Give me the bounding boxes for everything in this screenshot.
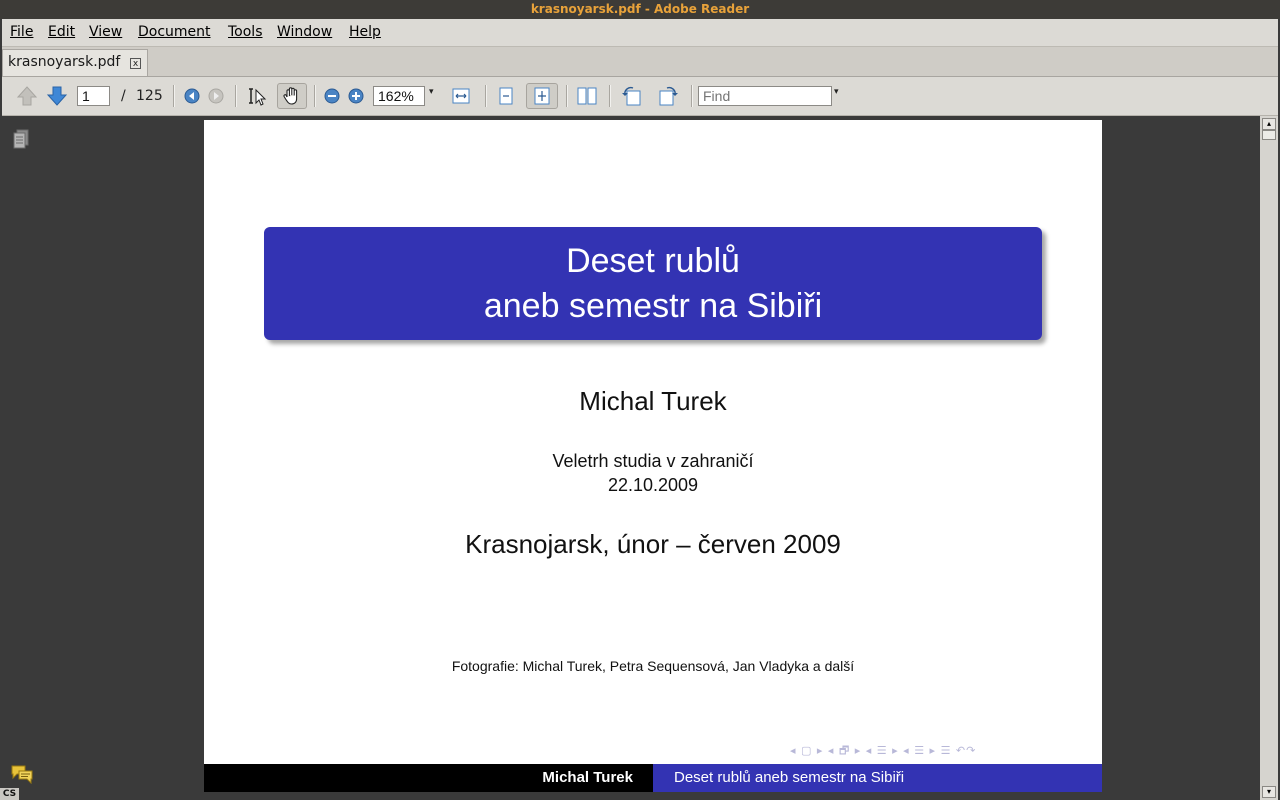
toolbar: / 125 ▾ ▾	[2, 77, 1278, 116]
slide-title-line2: aneb semestr na Sibiři	[483, 287, 823, 325]
back-button[interactable]	[179, 83, 205, 109]
slide-title-line1: Deset rublů	[566, 242, 740, 280]
pages-icon	[13, 129, 29, 149]
scroll-thumb[interactable]	[1262, 130, 1276, 140]
fit-width-icon	[452, 88, 470, 104]
vertical-scrollbar[interactable]: ▴ ▾	[1260, 116, 1278, 800]
next-page-button[interactable]	[44, 83, 70, 109]
zoom-out-icon	[324, 88, 340, 104]
find-dropdown-icon[interactable]: ▾	[834, 87, 839, 97]
rotate-left-icon	[622, 86, 641, 106]
slide-subtitle: Krasnojarsk, únor – červen 2009	[465, 529, 841, 559]
page-total: 125	[136, 88, 163, 104]
comments-button[interactable]	[10, 764, 34, 788]
slide-title-box: Deset rublů aneb semestr na Sibiři	[264, 227, 1042, 340]
forward-button[interactable]	[203, 83, 229, 109]
page-separator: /	[121, 88, 126, 104]
fit-window-button[interactable]	[526, 83, 558, 109]
slide-event: Veletrh studia v zahraničí	[552, 451, 754, 471]
menu-document[interactable]: Document	[138, 24, 211, 40]
beamer-navigation-symbols[interactable]: ◂ ▢ ▸ ◂ 🗗 ▸ ◂ ☰ ▸ ◂ ☰ ▸ ☰ ↶↷	[790, 742, 976, 761]
fit-page-button[interactable]	[493, 83, 519, 109]
forward-circle-icon	[208, 88, 224, 104]
zoom-dropdown-icon[interactable]: ▾	[429, 87, 434, 97]
rotate-ccw-button[interactable]	[619, 83, 645, 109]
zoom-input[interactable]	[373, 86, 425, 106]
slide-author: Michal Turek	[579, 386, 727, 416]
tab-document[interactable]: krasnoyarsk.pdf x	[2, 49, 148, 76]
menu-help[interactable]: Help	[349, 24, 381, 40]
rotate-right-icon	[659, 86, 678, 106]
tab-bar: krasnoyarsk.pdf x	[2, 47, 1278, 77]
fit-window-icon	[534, 87, 550, 105]
keyboard-layout-indicator[interactable]: CS	[0, 788, 19, 800]
menu-file[interactable]: File	[10, 24, 33, 40]
slide-date: 22.10.2009	[607, 475, 699, 495]
navigation-panel	[2, 116, 42, 800]
slide-footer-author: Michal Turek	[204, 764, 653, 792]
menu-edit[interactable]: Edit	[48, 24, 75, 40]
find-input[interactable]	[698, 86, 832, 106]
hand-tool-button[interactable]	[277, 83, 307, 109]
previous-page-button[interactable]	[14, 83, 40, 109]
select-tool-button[interactable]	[243, 83, 269, 109]
two-page-icon	[577, 87, 597, 105]
menu-bar: File Edit View Document Tools Window Hel…	[2, 19, 1278, 47]
scroll-down-arrow-icon[interactable]: ▾	[1262, 786, 1276, 798]
zoom-in-button[interactable]	[343, 83, 369, 109]
document-viewer[interactable]: Deset rublů aneb semestr na Sibiři Micha…	[42, 116, 1260, 800]
slide-footer-title: Deset rublů aneb semestr na Sibiři	[653, 764, 1102, 792]
page-number-input[interactable]	[77, 86, 110, 106]
tab-close-button[interactable]: x	[130, 58, 141, 69]
pdf-page: Deset rublů aneb semestr na Sibiři Micha…	[204, 120, 1102, 792]
window-title: krasnoyarsk.pdf - Adobe Reader	[530, 2, 750, 16]
tab-label: krasnoyarsk.pdf	[8, 54, 121, 70]
rotate-cw-button[interactable]	[655, 83, 681, 109]
menu-view[interactable]: View	[89, 24, 122, 40]
back-circle-icon	[184, 88, 200, 104]
pages-panel-button[interactable]	[12, 128, 30, 154]
fit-width-button[interactable]	[448, 83, 474, 109]
menu-tools[interactable]: Tools	[228, 24, 263, 40]
slide-photo-credits: Fotografie: Michal Turek, Petra Sequenso…	[451, 658, 855, 674]
two-page-button[interactable]	[574, 83, 600, 109]
arrow-up-icon	[16, 86, 38, 106]
comments-icon	[11, 765, 33, 785]
zoom-in-icon	[348, 88, 364, 104]
window-titlebar: krasnoyarsk.pdf - Adobe Reader	[0, 0, 1280, 19]
fit-page-icon	[499, 87, 513, 105]
scroll-up-arrow-icon[interactable]: ▴	[1262, 118, 1276, 130]
text-select-icon	[249, 88, 267, 106]
menu-window[interactable]: Window	[277, 24, 332, 40]
arrow-down-icon	[46, 86, 68, 106]
hand-icon	[283, 87, 298, 105]
zoom-out-button[interactable]	[319, 83, 345, 109]
